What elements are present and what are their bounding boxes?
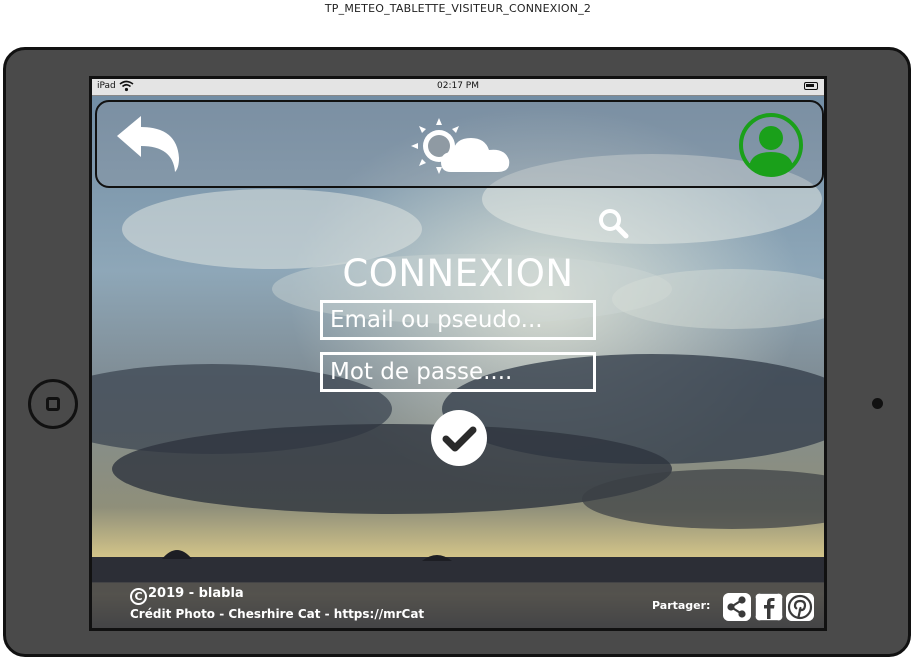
user-profile-icon[interactable] [738,112,804,178]
status-bar: iPad 02:17 PM [92,79,824,96]
status-time: 02:17 PM [437,81,479,91]
sun-cloud-icon [411,118,510,174]
share-icon[interactable] [723,593,751,621]
document-title: TP_METEO_TABLETTE_VISITEUR_CONNEXION_2 [324,2,592,15]
copyright-text: C 2019 - blabla [130,586,244,605]
back-arrow-icon[interactable] [113,114,183,174]
home-button-square [46,397,60,411]
battery-icon [804,82,818,90]
app-header [95,100,824,188]
share-label: Partager: [652,599,711,612]
login-title: CONNEXION [342,252,574,295]
password-field[interactable] [320,352,596,392]
copyright-icon: C [130,588,147,605]
email-field[interactable] [320,300,596,340]
search-icon[interactable] [597,207,629,239]
submit-button[interactable] [431,410,487,466]
footer: C 2019 - blabla Crédit Photo - Chesrhire … [92,582,824,628]
tablet-screen: iPad 02:17 PM CONNEXION Email ou pseudo.… [89,76,827,631]
photo-credit: Crédit Photo - Chesrhire Cat - https://m… [130,607,425,621]
check-circle-icon [442,426,477,452]
camera-dot [872,398,883,409]
copyright-label: 2019 - blabla [148,586,244,601]
facebook-icon[interactable] [755,593,783,621]
pinterest-icon[interactable] [786,593,814,621]
home-button[interactable] [28,379,78,429]
